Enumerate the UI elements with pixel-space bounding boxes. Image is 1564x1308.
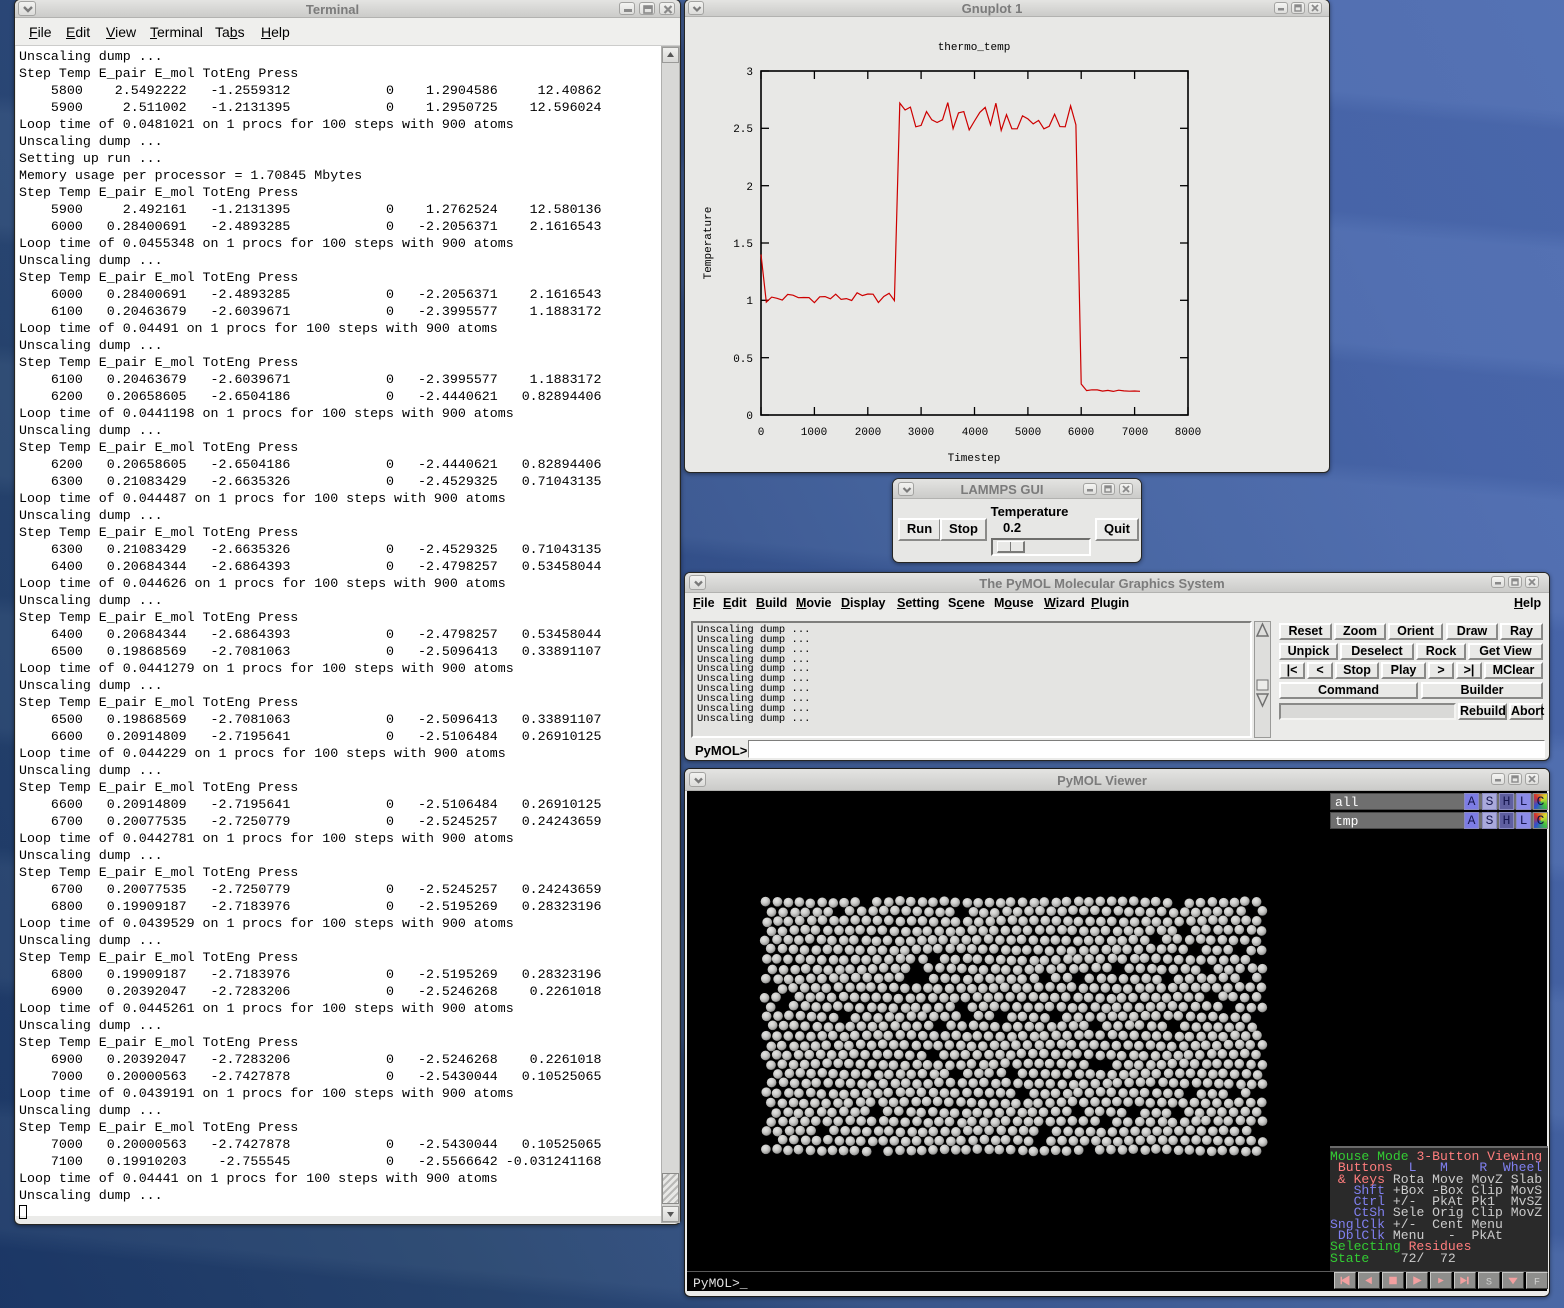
svg-text:3: 3 — [746, 67, 753, 79]
svg-text:S: S — [1486, 1276, 1492, 1288]
svg-text:0.5: 0.5 — [733, 354, 753, 366]
svg-text:7000: 7000 — [1122, 427, 1148, 439]
svg-text:1.5: 1.5 — [733, 239, 753, 251]
svg-text:Temperature: Temperature — [703, 207, 715, 280]
svg-text:4000: 4000 — [962, 427, 988, 439]
svg-text:2: 2 — [746, 182, 753, 194]
svg-text:2.5: 2.5 — [733, 124, 753, 136]
svg-text:thermo_temp: thermo_temp — [938, 42, 1011, 54]
svg-text:Timestep: Timestep — [948, 453, 1001, 465]
svg-text:3000: 3000 — [908, 427, 934, 439]
svg-text:1: 1 — [746, 296, 753, 308]
svg-text:5000: 5000 — [1015, 427, 1041, 439]
svg-text:F: F — [1534, 1276, 1540, 1288]
svg-text:6000: 6000 — [1068, 427, 1094, 439]
svg-text:0: 0 — [746, 411, 753, 423]
svg-text:0: 0 — [758, 427, 765, 439]
svg-text:2000: 2000 — [855, 427, 881, 439]
svg-text:8000: 8000 — [1175, 427, 1201, 439]
svg-text:1000: 1000 — [801, 427, 827, 439]
